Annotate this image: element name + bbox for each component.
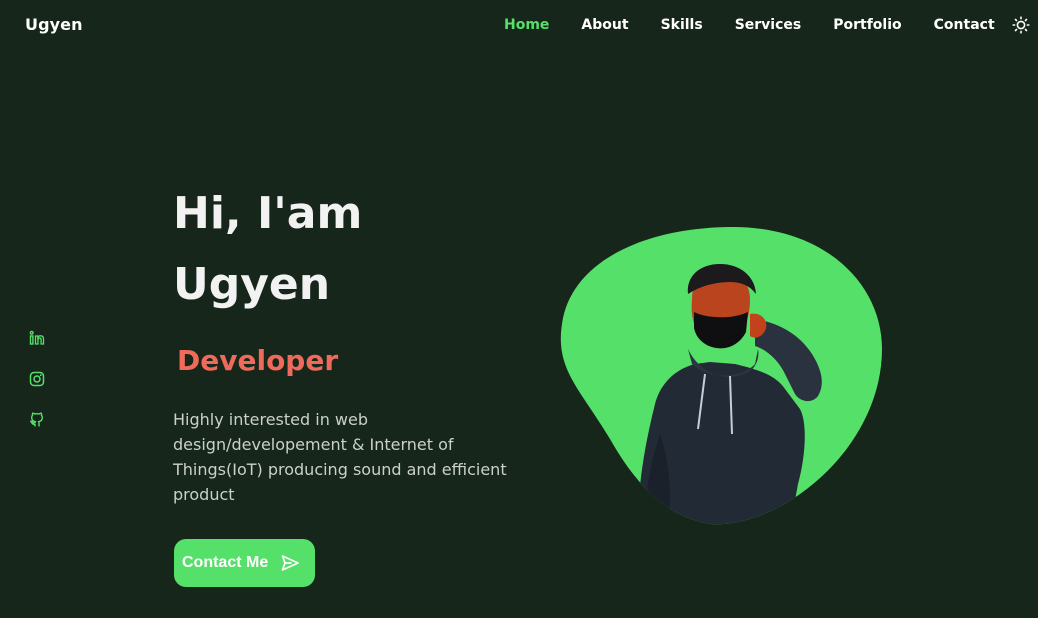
hero-profile-image (560, 224, 886, 528)
send-icon (280, 553, 300, 573)
nav-item-skills[interactable]: Skills (661, 17, 703, 33)
github-icon[interactable] (29, 412, 45, 428)
site-header: Ugyen Home About Skills Services Portfol… (0, 0, 1038, 50)
linkedin-icon[interactable] (29, 330, 45, 346)
hero-title-line-1: Hi, I'am (173, 188, 363, 239)
hero-title-line-2: Ugyen (173, 259, 331, 310)
sun-icon[interactable] (1012, 16, 1030, 34)
nav-item-contact[interactable]: Contact (934, 17, 995, 33)
instagram-icon[interactable] (29, 371, 45, 387)
social-links (29, 330, 47, 453)
contact-me-label: Contact Me (182, 554, 269, 571)
site-logo[interactable]: Ugyen (25, 15, 83, 34)
contact-me-button[interactable]: Contact Me (174, 539, 315, 587)
nav-item-services[interactable]: Services (735, 17, 802, 33)
hero-title: Hi, I'am Ugyen (173, 178, 362, 320)
nav-item-portfolio[interactable]: Portfolio (833, 17, 901, 33)
main-nav: Home About Skills Services Portfolio Con… (504, 16, 1030, 34)
hero-subtitle: Developer (177, 344, 339, 377)
hero-description: Highly interested in web design/develope… (173, 410, 507, 504)
page: Ugyen Home About Skills Services Portfol… (0, 0, 1038, 618)
nav-item-about[interactable]: About (581, 17, 628, 33)
nav-item-home[interactable]: Home (504, 17, 549, 33)
